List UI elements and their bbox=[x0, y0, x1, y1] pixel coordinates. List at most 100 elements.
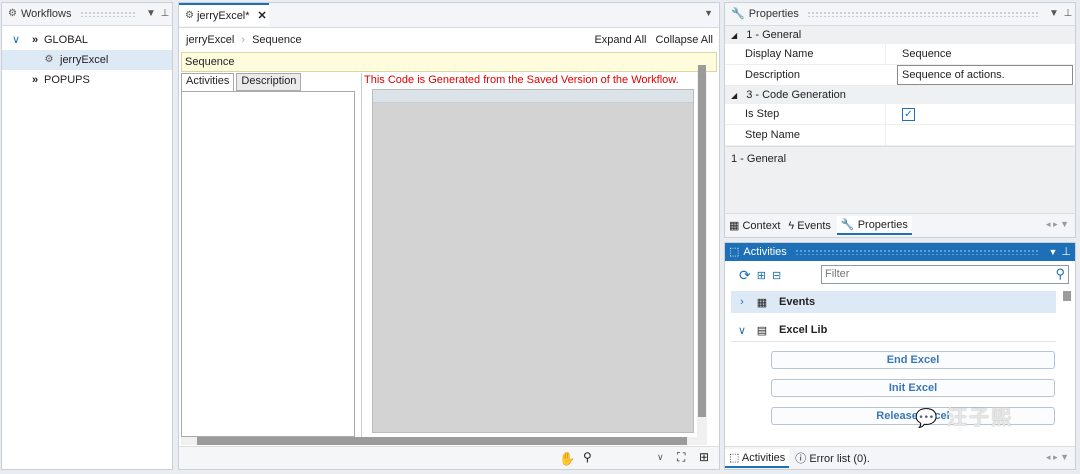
tab-events[interactable]: ϟ Events bbox=[788, 220, 831, 232]
property-row: Description Sequence of actions. bbox=[725, 65, 1075, 86]
step-name-field[interactable] bbox=[885, 125, 1075, 145]
properties-titlebar: 🔧 Properties ▼ ⊥ bbox=[725, 3, 1075, 26]
property-name: Is Step bbox=[745, 108, 780, 120]
overview-icon[interactable]: ⊞ bbox=[699, 450, 709, 464]
chevron-down-icon[interactable]: ∨ bbox=[657, 452, 664, 463]
chevron-down-icon[interactable]: ∨ bbox=[10, 30, 22, 50]
tree-item-global[interactable]: ∨ » GLOBAL bbox=[2, 30, 172, 50]
cube-icon: ⬚ bbox=[729, 451, 740, 464]
activity-end-excel[interactable]: End Excel bbox=[771, 351, 1055, 369]
fit-screen-icon[interactable]: ⛶ bbox=[677, 450, 685, 465]
workflows-panel: ⚙ Workflows ▼ ⊥ ∨ » GLOBAL ⚙ jerryExcel … bbox=[1, 2, 173, 470]
group-excel-lib[interactable]: ∨ ▤ Excel Lib bbox=[731, 319, 1056, 342]
activities-scrollbar[interactable] bbox=[1063, 291, 1071, 447]
sequence-label: Sequence bbox=[185, 56, 235, 68]
tree-item-jerryexcel[interactable]: ⚙ jerryExcel bbox=[2, 50, 172, 70]
tab-activities[interactable]: Activities bbox=[181, 73, 235, 91]
section-header[interactable]: ◢ 1 - General bbox=[725, 26, 1075, 44]
property-row: Display Name Sequence bbox=[725, 44, 1075, 65]
drag-grip[interactable] bbox=[806, 11, 1039, 17]
vertical-scrollbar[interactable] bbox=[697, 65, 707, 437]
sequence-bar[interactable]: Sequence bbox=[181, 52, 717, 72]
library-icon: ▤ bbox=[756, 324, 768, 337]
breadcrumb-item[interactable]: jerryExcel bbox=[186, 34, 234, 46]
activities-panel: ⬚ Activities ▼ ⊥ ⟳ ⊞ ⊟ Filter ⚲ › ▦ Even… bbox=[724, 242, 1076, 470]
filter-input[interactable]: Filter ⚲ bbox=[821, 265, 1069, 284]
description-field[interactable]: Sequence of actions. bbox=[897, 65, 1073, 85]
workflow-icon: ⚙ bbox=[185, 10, 194, 21]
collapse-tree-icon[interactable]: ⊟ bbox=[772, 269, 781, 282]
tab-label: jerryExcel* bbox=[196, 9, 250, 22]
folder-icon: » bbox=[31, 34, 39, 46]
breadcrumb: jerryExcel › Sequence Expand All Collaps… bbox=[179, 28, 719, 52]
pin-icon[interactable]: ⊥ bbox=[1061, 243, 1071, 261]
zoom-icon[interactable]: ⚲ bbox=[583, 450, 592, 464]
group-events[interactable]: › ▦ Events bbox=[731, 291, 1056, 313]
tab-error-list[interactable]: ⓘ Error list (0). bbox=[795, 450, 870, 466]
expand-all-link[interactable]: Expand All bbox=[594, 34, 646, 46]
activities-list-area bbox=[181, 91, 355, 437]
scrollbar-thumb[interactable] bbox=[197, 437, 687, 445]
tab-properties[interactable]: 🔧 Properties bbox=[836, 216, 912, 235]
is-step-checkbox[interactable]: ✓ bbox=[902, 107, 915, 121]
expand-tree-icon[interactable]: ⊞ bbox=[757, 269, 766, 282]
panel-menu-icon[interactable]: ▼ bbox=[144, 3, 158, 25]
pin-icon[interactable]: ⊥ bbox=[158, 3, 172, 25]
chevron-down-icon[interactable]: ∨ bbox=[735, 324, 749, 337]
tab-nav-icon[interactable]: ◂ ▸ ▼ bbox=[1046, 452, 1069, 463]
tab-context[interactable]: ▦ Context bbox=[729, 219, 780, 232]
horizontal-scrollbar[interactable] bbox=[181, 437, 707, 445]
cube-icon: ⬚ bbox=[729, 246, 740, 258]
close-icon[interactable]: ✕ bbox=[258, 9, 267, 22]
activities-title: Activities bbox=[743, 246, 787, 258]
section-header[interactable]: ◢ 3 - Code Generation bbox=[725, 86, 1075, 104]
pin-icon[interactable]: ⊥ bbox=[1061, 3, 1075, 25]
hand-icon[interactable]: ✋ bbox=[559, 451, 575, 467]
help-title: 1 - General bbox=[731, 153, 787, 165]
tab-nav-icon[interactable]: ◂ ▸ ▼ bbox=[1046, 219, 1069, 230]
drag-grip[interactable] bbox=[79, 11, 136, 17]
tab-label: Context bbox=[742, 220, 781, 232]
property-name: Display Name bbox=[745, 48, 814, 60]
tab-activities-bottom[interactable]: ⬚ Activities bbox=[725, 448, 790, 468]
editor-panel: ⚙ jerryExcel* ✕ ▼ jerryExcel › Sequence … bbox=[178, 2, 720, 470]
collapse-icon[interactable]: ◢ bbox=[731, 27, 737, 45]
panel-menu-icon[interactable]: ▼ bbox=[1047, 3, 1061, 25]
refresh-icon[interactable]: ⟳ bbox=[739, 267, 751, 284]
generated-notice: This Code is Generated from the Saved Ve… bbox=[364, 74, 679, 86]
scrollbar-thumb[interactable] bbox=[698, 65, 706, 417]
panel-menu-icon[interactable]: ▼ bbox=[1048, 243, 1057, 261]
tab-jerryexcel[interactable]: ⚙ jerryExcel* ✕ bbox=[179, 3, 269, 26]
property-row: Step Name bbox=[725, 125, 1075, 146]
display-name-field[interactable]: Sequence bbox=[885, 44, 1075, 64]
drag-grip[interactable] bbox=[794, 249, 1041, 255]
tab-label: Activities bbox=[741, 451, 786, 464]
scrollbar-thumb[interactable] bbox=[1063, 291, 1071, 301]
activities-bottom-tabs: ⬚ Activities ⓘ Error list (0). ◂ ▸ ▼ bbox=[725, 446, 1075, 469]
tab-list-icon[interactable]: ▼ bbox=[704, 8, 713, 18]
activities-description-pane: Activities Description bbox=[181, 73, 359, 439]
property-grid: ◢ 1 - General Display Name Sequence Desc… bbox=[725, 26, 1075, 146]
editor-bottom-toolbar: ✋ ⚲ ∨ ⛶ ⊞ bbox=[179, 446, 719, 469]
tab-description[interactable]: Description bbox=[236, 73, 302, 91]
chevron-right-icon[interactable]: › bbox=[735, 296, 749, 308]
property-name: Description bbox=[745, 69, 801, 81]
help-area: 1 - General bbox=[725, 146, 1075, 213]
activity-label: Init Excel bbox=[888, 382, 938, 394]
collapse-all-link[interactable]: Collapse All bbox=[656, 34, 713, 46]
tree-item-popups[interactable]: » POPUPS bbox=[2, 70, 172, 90]
filter-placeholder: Filter bbox=[825, 268, 850, 280]
watermark-text: 汪子熙 bbox=[946, 407, 1013, 429]
wrench-icon: 🔧 bbox=[731, 8, 745, 20]
code-view: This Code is Generated from the Saved Ve… bbox=[361, 73, 708, 437]
watermark: 💬 汪子熙 bbox=[915, 401, 1013, 430]
collapse-icon[interactable]: ◢ bbox=[731, 87, 737, 105]
search-icon[interactable]: ⚲ bbox=[1055, 266, 1065, 282]
calendar-icon: ▦ bbox=[756, 296, 768, 309]
properties-title: Properties bbox=[748, 8, 799, 20]
breadcrumb-item[interactable]: Sequence bbox=[252, 34, 302, 46]
tree-item-label: jerryExcel bbox=[60, 54, 109, 66]
workflows-title: Workflows bbox=[20, 8, 72, 20]
properties-bottom-tabs: ▦ Context ϟ Events 🔧 Properties ◂ ▸ ▼ bbox=[725, 213, 1075, 237]
activity-init-excel[interactable]: Init Excel bbox=[771, 379, 1055, 397]
